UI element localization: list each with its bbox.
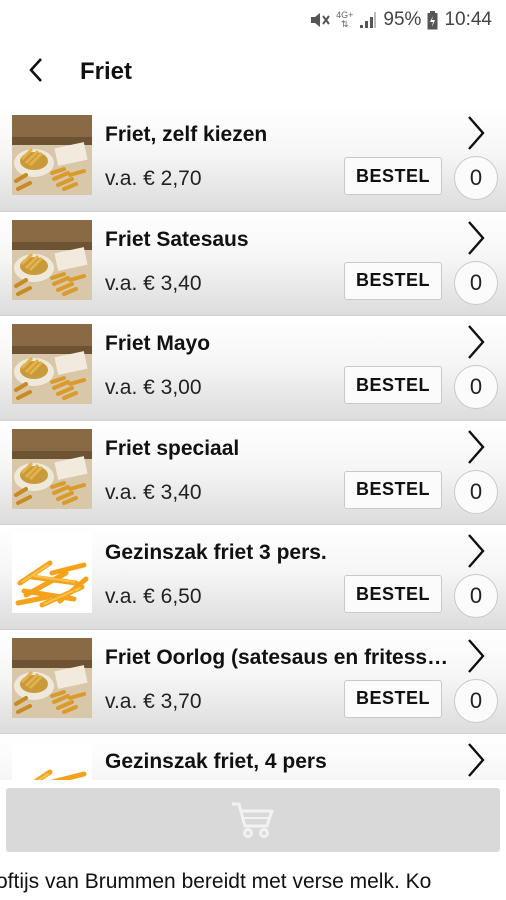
chevron-right-icon[interactable] [463,740,489,780]
bestel-button[interactable]: BESTEL [344,575,442,613]
ticker-text: oftijs van Brummen bereidt met verse mel… [0,870,432,893]
product-name: Gezinszak friet 3 pers. [105,541,327,564]
shopping-cart-icon [232,802,274,838]
network-type-icon: 4G+ ⇅ [336,10,354,29]
product-price: v.a. € 3,40 [105,271,202,295]
product-image [12,324,92,404]
product-name: Gezinszak friet, 4 pers [105,750,327,773]
product-name: Friet Oorlog (satesaus en fritessaus) [105,645,450,669]
product-image [12,637,92,718]
status-bar: 4G+ ⇅ 95% 10:44 [0,0,506,40]
battery-icon [427,10,438,30]
chevron-right-icon[interactable] [463,531,489,571]
bestel-button[interactable]: BESTEL [344,470,442,509]
news-ticker: oftijs van Brummen bereidt met verse mel… [0,866,506,900]
app-bar: Friet [0,40,506,102]
quantity-badge[interactable]: 0 [454,574,498,618]
chevron-right-icon[interactable] [463,636,489,676]
chevron-right-icon[interactable] [463,427,489,467]
product-row[interactable]: Friet Oorlog (satesaus en fritessaus) v.… [0,629,506,734]
bestel-button[interactable]: BESTEL [344,679,442,718]
product-row[interactable]: Gezinszak friet, 4 pers BESTEL 0 [0,734,506,780]
quantity-badge[interactable]: 0 [454,260,498,305]
product-name: Friet, zelf kiezen [105,123,268,146]
chevron-right-icon[interactable] [463,322,489,362]
product-row[interactable]: Friet speciaal v.a. € 3,40 BESTEL 0 [0,420,506,525]
product-name: Friet Mayo [105,332,211,355]
bestel-button[interactable]: BESTEL [344,366,442,404]
signal-icon [359,11,377,29]
cart-button[interactable] [6,788,500,852]
product-row[interactable]: Friet Satesaus v.a. € 3,40 BESTEL 0 [0,211,506,316]
product-name: Friet speciaal [105,436,240,460]
product-image [12,115,92,195]
quantity-badge[interactable]: 0 [454,678,498,723]
product-row[interactable]: Friet, zelf kiezen v.a. € 2,70 BESTEL 0 [0,107,506,212]
quantity-badge[interactable]: 0 [454,365,498,409]
product-row[interactable]: Friet Mayo v.a. € 3,00 BESTEL 0 [0,316,506,421]
page-title: Friet [80,58,133,85]
mute-icon [308,10,330,30]
product-list[interactable]: Friet, zelf kiezen v.a. € 2,70 BESTEL 0 … [0,107,506,780]
quantity-badge[interactable]: 0 [454,156,498,200]
product-price: v.a. € 6,50 [105,585,202,608]
product-image [12,533,92,613]
chevron-right-icon[interactable] [463,113,489,153]
chevron-left-icon [29,58,42,82]
product-price: v.a. € 2,70 [105,167,202,190]
bestel-button[interactable]: BESTEL [344,157,442,195]
product-price: v.a. € 3,00 [105,376,202,399]
product-image [12,219,92,300]
product-row[interactable]: Gezinszak friet 3 pers. v.a. € 6,50 BEST… [0,525,506,630]
battery-percent: 95% [383,9,422,30]
product-price: v.a. € 3,70 [105,689,202,713]
back-button[interactable] [16,50,56,90]
clock: 10:44 [444,9,492,30]
product-price: v.a. € 3,40 [105,480,202,504]
product-image [12,742,92,780]
quantity-badge[interactable]: 0 [454,469,498,514]
product-image [12,428,92,509]
product-name: Friet Satesaus [105,227,249,251]
chevron-right-icon[interactable] [463,218,489,258]
bestel-button[interactable]: BESTEL [344,261,442,300]
